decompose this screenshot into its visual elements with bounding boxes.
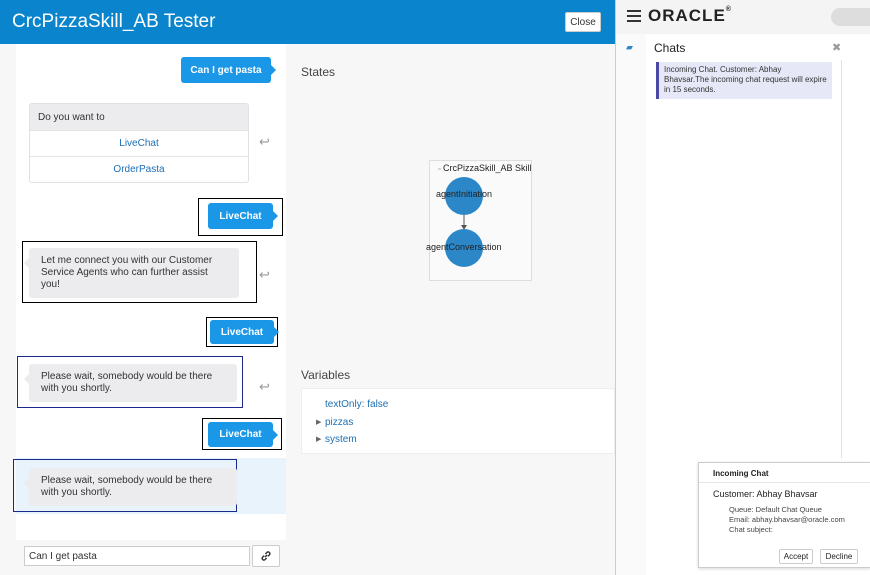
user-message: LiveChat — [208, 422, 278, 447]
user-message: LiveChat — [210, 320, 279, 344]
replay-icon[interactable]: ↩ — [259, 134, 270, 150]
link-icon — [261, 551, 271, 561]
chats-title: Chats — [654, 41, 686, 55]
bot-message: Let me connect you with our Customer Ser… — [24, 248, 239, 298]
oracle-logo-text: ORACLE — [648, 6, 726, 25]
variables-tree: textOnly: false ▶ pizzas ▶ system — [301, 388, 615, 454]
oracle-logo: ORACLE® — [648, 6, 732, 26]
chat-bubble-icon[interactable]: ▰ — [626, 42, 633, 53]
message-input[interactable] — [24, 546, 250, 566]
user-message: Can I get pasta — [181, 57, 276, 83]
message-input-bar — [16, 540, 286, 575]
close-icon[interactable]: ✖ — [832, 41, 841, 54]
choice-card: Do you want to LiveChat OrderPasta — [29, 103, 249, 183]
dialog-header: Incoming Chat — [699, 463, 870, 483]
state-label: agentConversation — [426, 242, 502, 252]
flow-title: ▫ CrcPizzaSkill_AB Skill — [438, 163, 532, 173]
variable-textonly[interactable]: textOnly: false — [325, 399, 388, 410]
state-flow-diagram[interactable]: ▫ CrcPizzaSkill_AB Skill agentInitiation… — [426, 160, 532, 281]
states-heading: States — [301, 65, 336, 79]
decline-button[interactable]: Decline — [820, 549, 858, 564]
dialog-title: Incoming Chat — [713, 469, 769, 478]
close-button[interactable]: Close — [565, 12, 601, 32]
variable-system[interactable]: system — [325, 434, 357, 445]
registered-mark: ® — [725, 6, 732, 13]
dialog-queue: Queue: Default Chat Queue — [729, 505, 822, 514]
incoming-chat-dialog: Incoming Chat Customer: Abhay Bhavsar Qu… — [698, 462, 870, 568]
bot-message: Please wait, somebody would be there wit… — [24, 364, 237, 402]
expand-icon[interactable]: ▶ — [316, 418, 321, 426]
dialog-subject: Chat subject: — [729, 525, 773, 534]
attach-link-button[interactable] — [252, 545, 280, 567]
state-label: agentInitiation — [436, 189, 493, 199]
expand-icon[interactable]: ▶ — [316, 435, 321, 443]
side-strip — [616, 34, 646, 575]
tester-header: CrcPizzaSkill_AB Tester Close — [0, 0, 615, 44]
tester-title: CrcPizzaSkill_AB Tester — [12, 11, 216, 32]
dialog-email: Email: abhay.bhavsar@oracle.com — [729, 515, 845, 524]
dialog-customer: Customer: Abhay Bhavsar — [713, 489, 818, 499]
dialog-details: Queue: Default Chat Queue Email: abhay.b… — [729, 505, 845, 535]
collapse-icon[interactable]: ▫ — [438, 166, 440, 173]
replay-icon[interactable]: ↩ — [259, 379, 270, 395]
chats-header: ▰ Chats ✖ — [624, 34, 846, 60]
replay-icon[interactable]: ↩ — [259, 267, 270, 283]
hamburger-menu-icon[interactable] — [627, 10, 641, 22]
oracle-agent-panel: ORACLE® ▰ Chats ✖ Incoming Chat. Custome… — [615, 0, 870, 575]
tester-panel: CrcPizzaSkill_AB Tester Close Can I get … — [0, 0, 615, 575]
variable-pizzas[interactable]: pizzas — [325, 417, 353, 428]
user-message: LiveChat — [208, 203, 278, 229]
choice-prompt: Do you want to — [30, 104, 248, 130]
incoming-chat-notification[interactable]: Incoming Chat. Customer: Abhay Bhavsar.T… — [656, 62, 832, 99]
variables-heading: Variables — [301, 368, 351, 382]
chat-conversation[interactable]: Can I get pasta Do you want to LiveChat … — [13, 44, 286, 540]
bot-message: Please wait, somebody would be there wit… — [24, 468, 237, 506]
choice-orderpasta[interactable]: OrderPasta — [30, 156, 248, 182]
accept-button[interactable]: Accept — [779, 549, 813, 564]
choice-livechat[interactable]: LiveChat — [30, 130, 248, 156]
flow-title-text: CrcPizzaSkill_AB Skill — [443, 163, 532, 173]
oracle-top-bar: ORACLE® — [616, 0, 870, 34]
top-search-pill[interactable] — [831, 8, 870, 26]
chats-list — [646, 60, 842, 458]
